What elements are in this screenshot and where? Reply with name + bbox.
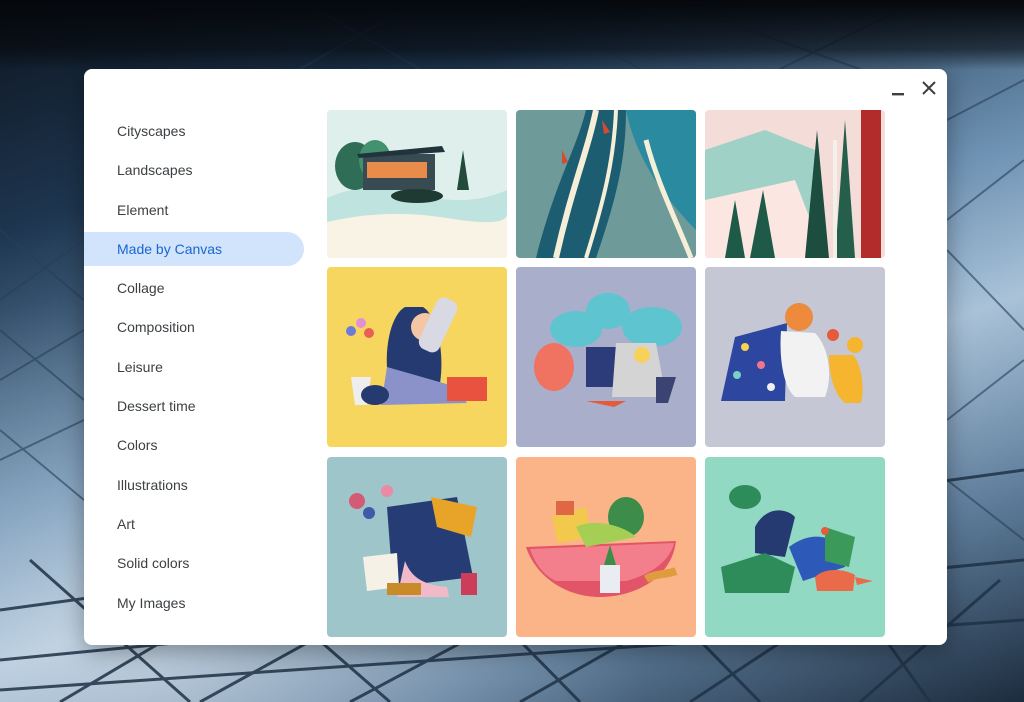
minimize-icon	[890, 80, 906, 101]
sidebar-item-solid-colors[interactable]: Solid colors	[84, 546, 304, 580]
wallpaper-grid	[327, 110, 885, 637]
sidebar-item-collage[interactable]: Collage	[84, 271, 304, 305]
wallpaper-thumbnail-picnic-watermelon[interactable]	[516, 457, 696, 637]
sidebar-item-made-by-canvas[interactable]: Made by Canvas	[84, 231, 304, 266]
wallpaper-thumbnail-cat-with-plants[interactable]	[516, 267, 696, 447]
wallpaper-thumbnail-person-with-flowers[interactable]	[327, 267, 507, 447]
sidebar-item-landscapes[interactable]: Landscapes	[84, 153, 304, 187]
sidebar-item-label: Landscapes	[117, 162, 193, 179]
sidebar-item-label: Composition	[117, 319, 195, 336]
wallpaper-thumbnail-person-with-plant[interactable]	[327, 457, 507, 637]
sidebar-item-label: Cityscapes	[117, 123, 186, 139]
wallpaper-picker-dialog: Cityscapes Landscapes Element Made by Ca…	[84, 69, 947, 645]
wallpaper-thumbnail-person-with-fox[interactable]	[705, 457, 885, 637]
close-button[interactable]	[916, 77, 942, 103]
sidebar-item-leisure[interactable]: Leisure	[84, 350, 304, 384]
sidebar-item-label: Colors	[117, 437, 158, 454]
sidebar-item-my-images[interactable]: My Images	[84, 586, 304, 620]
sidebar-item-colors[interactable]: Colors	[84, 428, 304, 462]
wallpaper-thumbnail-house-by-lake[interactable]	[327, 110, 507, 258]
sidebar-item-illustrations[interactable]: Illustrations	[84, 468, 304, 502]
wallpaper-thumbnail-pine-forest-skier[interactable]	[705, 110, 885, 258]
sidebar-item-label: Collage	[117, 280, 165, 297]
sidebar-item-label: Made by Canvas	[117, 240, 223, 257]
sidebar-item-label: Art	[117, 515, 135, 532]
sidebar-item-cityscapes[interactable]: Cityscapes	[84, 114, 304, 148]
sidebar-item-label: Dessert time	[117, 398, 196, 415]
sidebar-item-composition[interactable]: Composition	[84, 310, 304, 344]
wallpaper-thumbnail-river-rafting[interactable]	[516, 110, 696, 258]
wallpaper-thumbnail-person-with-dog[interactable]	[705, 267, 885, 447]
sidebar-item-label: Element	[117, 201, 169, 218]
sidebar-item-art[interactable]: Art	[84, 507, 304, 541]
minimize-button[interactable]	[885, 77, 911, 103]
sidebar-item-element[interactable]: Element	[84, 193, 304, 227]
sidebar-item-label: Leisure	[117, 358, 163, 375]
sidebar-item-label: Illustrations	[117, 476, 188, 493]
sidebar-item-label: Solid colors	[117, 555, 190, 572]
sidebar-item-dessert-time[interactable]: Dessert time	[84, 389, 304, 423]
collection-sidebar: Cityscapes Landscapes Element Made by Ca…	[84, 114, 304, 625]
close-icon	[921, 80, 937, 101]
sidebar-item-label: My Images	[117, 594, 186, 611]
